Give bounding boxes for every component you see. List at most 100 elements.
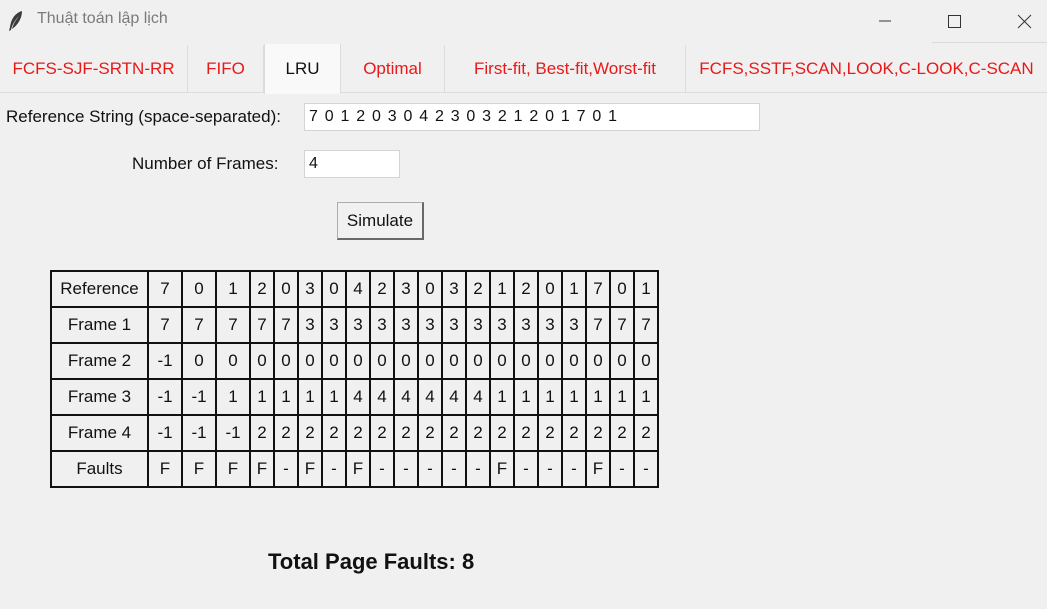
table-cell: F	[249, 450, 275, 488]
table-cell: -1	[147, 378, 183, 416]
table-row: Faults F F F F - F - F - - - - - F - - - F - -	[50, 450, 659, 488]
table-cell: 4	[345, 270, 371, 308]
table-cell: 2	[417, 414, 443, 452]
table-cell: -	[633, 450, 659, 488]
tab-fcfs-sjf-srtn-rr[interactable]: FCFS-SJF-SRTN-RR	[0, 45, 188, 93]
table-cell: 2	[297, 414, 323, 452]
table-cell: -	[393, 450, 419, 488]
reference-string-input[interactable]	[304, 103, 760, 131]
table-cell: 0	[609, 270, 635, 308]
table-cell: 3	[513, 306, 539, 344]
table-cell: 0	[441, 342, 467, 380]
table-cell: 0	[249, 342, 275, 380]
table-cell: 3	[441, 306, 467, 344]
table-cell: 1	[561, 378, 587, 416]
close-icon	[1017, 14, 1032, 29]
table-cell: 2	[369, 414, 395, 452]
tab-fifo[interactable]: FIFO	[188, 45, 264, 93]
table-cell: 1	[609, 378, 635, 416]
table-cell: -	[513, 450, 539, 488]
table-cell: -	[321, 450, 347, 488]
table-cell: F	[489, 450, 515, 488]
table-cell: 1	[297, 378, 323, 416]
table-cell: -	[537, 450, 563, 488]
table-cell: 0	[633, 342, 659, 380]
table-cell: 0	[561, 342, 587, 380]
table-cell: 2	[465, 270, 491, 308]
title-bar: Thuật toán lập lịch	[0, 0, 1047, 42]
table-cell: 3	[345, 306, 371, 344]
table-cell: 2	[489, 414, 515, 452]
table-cell: 1	[633, 378, 659, 416]
table-cell: 7	[249, 306, 275, 344]
table-cell: 2	[273, 414, 299, 452]
tab-optimal[interactable]: Optimal	[341, 45, 445, 93]
total-page-faults: Total Page Faults: 8	[268, 549, 475, 574]
table-cell: F	[215, 450, 251, 488]
table-cell: -	[465, 450, 491, 488]
table-cell: -	[441, 450, 467, 488]
table-cell: 2	[441, 414, 467, 452]
table-cell: 0	[513, 342, 539, 380]
table-cell: -	[609, 450, 635, 488]
table-cell: 2	[633, 414, 659, 452]
close-button[interactable]	[1001, 0, 1047, 42]
maximize-button[interactable]	[931, 0, 977, 42]
maximize-icon	[948, 15, 961, 28]
table-cell: 2	[561, 414, 587, 452]
table-cell: 0	[417, 342, 443, 380]
table-cell: 2	[321, 414, 347, 452]
table-row: Frame 2 -1 0 0 0 0 0 0 0 0 0 0 0 0 0 0 0 0 0 0 0	[50, 342, 659, 380]
table-cell: 3	[297, 306, 323, 344]
table-cell: -1	[147, 342, 183, 380]
table-cell: 0	[585, 342, 611, 380]
table-cell: 0	[181, 342, 217, 380]
table-cell: 7	[609, 306, 635, 344]
table-cell: 3	[537, 306, 563, 344]
table-cell: 3	[297, 270, 323, 308]
table-cell: 7	[181, 306, 217, 344]
simulate-button[interactable]: Simulate	[337, 202, 424, 240]
table-cell: 3	[441, 270, 467, 308]
row-header: Frame 2	[50, 342, 149, 380]
frames-label: Number of Frames:	[132, 154, 279, 173]
table-cell: 1	[633, 270, 659, 308]
tab-lru[interactable]: LRU	[264, 44, 341, 94]
table-cell: 4	[465, 378, 491, 416]
table-cell: 4	[345, 378, 371, 416]
table-cell: -1	[215, 414, 251, 452]
reference-string-label: Reference String (space-separated):	[6, 107, 281, 126]
table-cell: 3	[465, 306, 491, 344]
table-cell: 2	[537, 414, 563, 452]
table-cell: 7	[585, 306, 611, 344]
table-cell: 1	[513, 378, 539, 416]
row-header: Faults	[50, 450, 149, 488]
table-cell: 1	[321, 378, 347, 416]
table-cell: 4	[369, 378, 395, 416]
table-cell: 7	[147, 306, 183, 344]
tab-disk-scheduling[interactable]: FCFS,SSTF,SCAN,LOOK,C-LOOK,C-SCAN	[686, 45, 1047, 93]
table-cell: 0	[181, 270, 217, 308]
table-cell: 2	[465, 414, 491, 452]
table-cell: 2	[513, 414, 539, 452]
table-cell: 1	[273, 378, 299, 416]
table-cell: 7	[585, 270, 611, 308]
table-cell: 0	[537, 270, 563, 308]
table-cell: 7	[633, 306, 659, 344]
table-cell: -	[417, 450, 443, 488]
table-cell: 0	[297, 342, 323, 380]
frames-input[interactable]	[304, 150, 400, 178]
table-cell: F	[147, 450, 183, 488]
tab-memory-fit[interactable]: First-fit, Best-fit,Worst-fit	[445, 45, 686, 93]
table-row: Frame 177777333333333333777	[50, 306, 659, 344]
table-cell: 0	[321, 270, 347, 308]
minimize-icon	[879, 20, 891, 22]
table-cell: 0	[321, 342, 347, 380]
table-cell: 0	[417, 270, 443, 308]
table-cell: 4	[393, 378, 419, 416]
table-cell: 1	[249, 378, 275, 416]
minimize-button[interactable]	[862, 0, 908, 42]
title-divider	[932, 42, 1047, 43]
table-cell: 0	[215, 342, 251, 380]
lru-result-table: Reference 7 0 1 2 0 3 0 4 2 3 0 3 2 1 2 0 1 7 0 1 Frame 17777…	[50, 270, 659, 488]
